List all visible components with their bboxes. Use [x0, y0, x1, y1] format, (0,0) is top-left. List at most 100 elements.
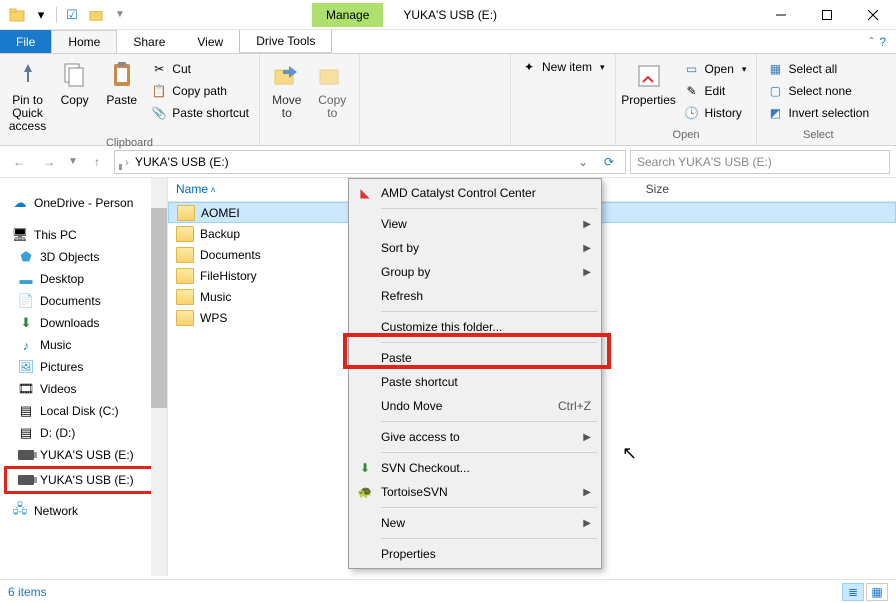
- maximize-button[interactable]: [804, 0, 850, 30]
- tree-music[interactable]: ♪Music: [4, 334, 163, 356]
- search-input[interactable]: Search YUKA'S USB (E:): [630, 150, 890, 174]
- tree-desktop[interactable]: ▬Desktop: [4, 268, 163, 290]
- address-path: YUKA'S USB (E:): [135, 155, 229, 169]
- pin-label: Pin to Quick access: [8, 94, 47, 133]
- titlebar: ▾ ☑ ▼ Manage YUKA'S USB (E:): [0, 0, 896, 30]
- qat-overflow-icon[interactable]: ▼: [109, 4, 131, 26]
- ctx-paste-shortcut[interactable]: Paste shortcut: [351, 370, 599, 394]
- edit-button[interactable]: ✎Edit: [680, 80, 751, 102]
- separator: [381, 342, 597, 343]
- tree-onedrive[interactable]: ☁OneDrive - Person: [4, 192, 163, 214]
- ctx-sortby[interactable]: Sort by▶: [351, 236, 599, 260]
- address-dropdown-icon[interactable]: ⌄: [575, 155, 591, 169]
- address-box[interactable]: › YUKA'S USB (E:) ⌄ ⟳: [114, 150, 626, 174]
- tree-documents[interactable]: 📄Documents: [4, 290, 163, 312]
- back-button[interactable]: ←: [6, 149, 32, 175]
- separator: [381, 208, 597, 209]
- tab-share[interactable]: Share: [117, 30, 181, 53]
- select-none-button[interactable]: ▢Select none: [763, 80, 873, 102]
- forward-button[interactable]: →: [36, 149, 62, 175]
- recent-dropdown-icon[interactable]: ▼: [66, 149, 80, 175]
- chevron-right-icon: ▶: [583, 243, 591, 254]
- move-to-button[interactable]: Move to: [266, 58, 308, 122]
- tree-3d-objects[interactable]: ⬟3D Objects: [4, 246, 163, 268]
- tab-file[interactable]: File: [0, 30, 51, 53]
- paste-label: Paste: [106, 94, 137, 107]
- videos-icon: 🎞: [18, 381, 34, 397]
- ctx-view[interactable]: View▶: [351, 212, 599, 236]
- checkbox-icon[interactable]: ☑: [61, 4, 83, 26]
- pin-quick-access-button[interactable]: Pin to Quick access: [6, 58, 49, 135]
- newitem-icon: ✦: [521, 59, 537, 75]
- ctx-groupby[interactable]: Group by▶: [351, 260, 599, 284]
- copypath-icon: 📋: [151, 83, 167, 99]
- large-icons-view-button[interactable]: ▦: [866, 583, 888, 601]
- address-bar: ← → ▼ ↑ › YUKA'S USB (E:) ⌄ ⟳ Search YUK…: [0, 146, 896, 178]
- music-icon: ♪: [18, 337, 34, 353]
- ctx-amd[interactable]: ◣AMD Catalyst Control Center: [351, 181, 599, 205]
- tree-videos[interactable]: 🎞Videos: [4, 378, 163, 400]
- chevron-right-icon: ▶: [583, 219, 591, 230]
- ctx-customize[interactable]: Customize this folder...: [351, 315, 599, 339]
- col-size[interactable]: Size: [598, 178, 678, 201]
- new-item-button[interactable]: ✦New item▾: [517, 56, 609, 78]
- collapse-ribbon-icon[interactable]: ˆ: [869, 35, 873, 49]
- tree-usb-e-1[interactable]: YUKA'S USB (E:): [4, 444, 163, 466]
- ctx-undo-move[interactable]: Undo MoveCtrl+Z: [351, 394, 599, 418]
- ctx-give-access[interactable]: Give access to▶: [351, 425, 599, 449]
- manage-contextual-tab[interactable]: Manage: [312, 3, 383, 27]
- tree-network[interactable]: 🖧Network: [4, 500, 163, 522]
- tree-local-disk-c[interactable]: ▤Local Disk (C:): [4, 400, 163, 422]
- chevron-right-icon: ▶: [583, 518, 591, 529]
- copy-to-button[interactable]: Copy to: [312, 58, 354, 122]
- separator: [381, 507, 597, 508]
- folder-icon: [176, 226, 194, 242]
- tab-home[interactable]: Home: [51, 30, 117, 53]
- cut-button[interactable]: ✂Cut: [147, 58, 253, 80]
- copy-button[interactable]: Copy: [53, 58, 96, 109]
- tab-view[interactable]: View: [181, 30, 239, 53]
- close-button[interactable]: [850, 0, 896, 30]
- ctx-properties[interactable]: Properties: [351, 542, 599, 566]
- tab-drivetools[interactable]: Drive Tools: [239, 30, 332, 53]
- folder-small-icon[interactable]: [85, 4, 107, 26]
- open-icon: ▭: [684, 61, 700, 77]
- invert-icon: ◩: [767, 105, 783, 121]
- tree-pictures[interactable]: 🖼Pictures: [4, 356, 163, 378]
- tree-downloads[interactable]: ⬇Downloads: [4, 312, 163, 334]
- chevron-right-icon: ▶: [583, 487, 591, 498]
- up-button[interactable]: ↑: [84, 149, 110, 175]
- separator: [381, 421, 597, 422]
- invert-selection-button[interactable]: ◩Invert selection: [763, 102, 873, 124]
- details-view-button[interactable]: ≣: [842, 583, 864, 601]
- copyto-label: Copy to: [314, 94, 352, 120]
- ctx-paste[interactable]: Paste: [351, 346, 599, 370]
- qat-dropdown-icon[interactable]: ▾: [30, 4, 52, 26]
- drive-icon: ▤: [18, 403, 34, 419]
- ribbon-tabs: File Home Share View Drive Tools ˆ ?: [0, 30, 896, 54]
- folder-icon: [176, 268, 194, 284]
- copy-label: Copy: [61, 94, 89, 107]
- minimize-button[interactable]: [758, 0, 804, 30]
- desktop-icon: ▬: [18, 271, 34, 287]
- paste-shortcut-button[interactable]: 📎Paste shortcut: [147, 102, 253, 124]
- tree-this-pc[interactable]: 🖥This PC: [4, 224, 163, 246]
- ctx-new[interactable]: New▶: [351, 511, 599, 535]
- ctx-svn-checkout[interactable]: ⬇SVN Checkout...: [351, 456, 599, 480]
- tree-scroll-thumb[interactable]: [151, 208, 167, 408]
- properties-button[interactable]: Properties: [622, 58, 676, 109]
- tree-usb-e-2[interactable]: YUKA'S USB (E:): [4, 466, 163, 494]
- ctx-tortoisesvn[interactable]: 🐢TortoiseSVN▶: [351, 480, 599, 504]
- selectnone-icon: ▢: [767, 83, 783, 99]
- ctx-refresh[interactable]: Refresh: [351, 284, 599, 308]
- help-icon[interactable]: ?: [879, 35, 886, 49]
- paste-button[interactable]: Paste: [100, 58, 143, 109]
- copy-path-button[interactable]: 📋Copy path: [147, 80, 253, 102]
- select-all-button[interactable]: ▦Select all: [763, 58, 873, 80]
- tree-drive-d[interactable]: ▤D: (D:): [4, 422, 163, 444]
- svn-icon: ⬇: [357, 460, 373, 476]
- refresh-button[interactable]: ⟳: [597, 155, 621, 169]
- open-button[interactable]: ▭Open▾: [680, 58, 751, 80]
- col-name[interactable]: Name: [168, 178, 363, 201]
- history-button[interactable]: 🕓History: [680, 102, 751, 124]
